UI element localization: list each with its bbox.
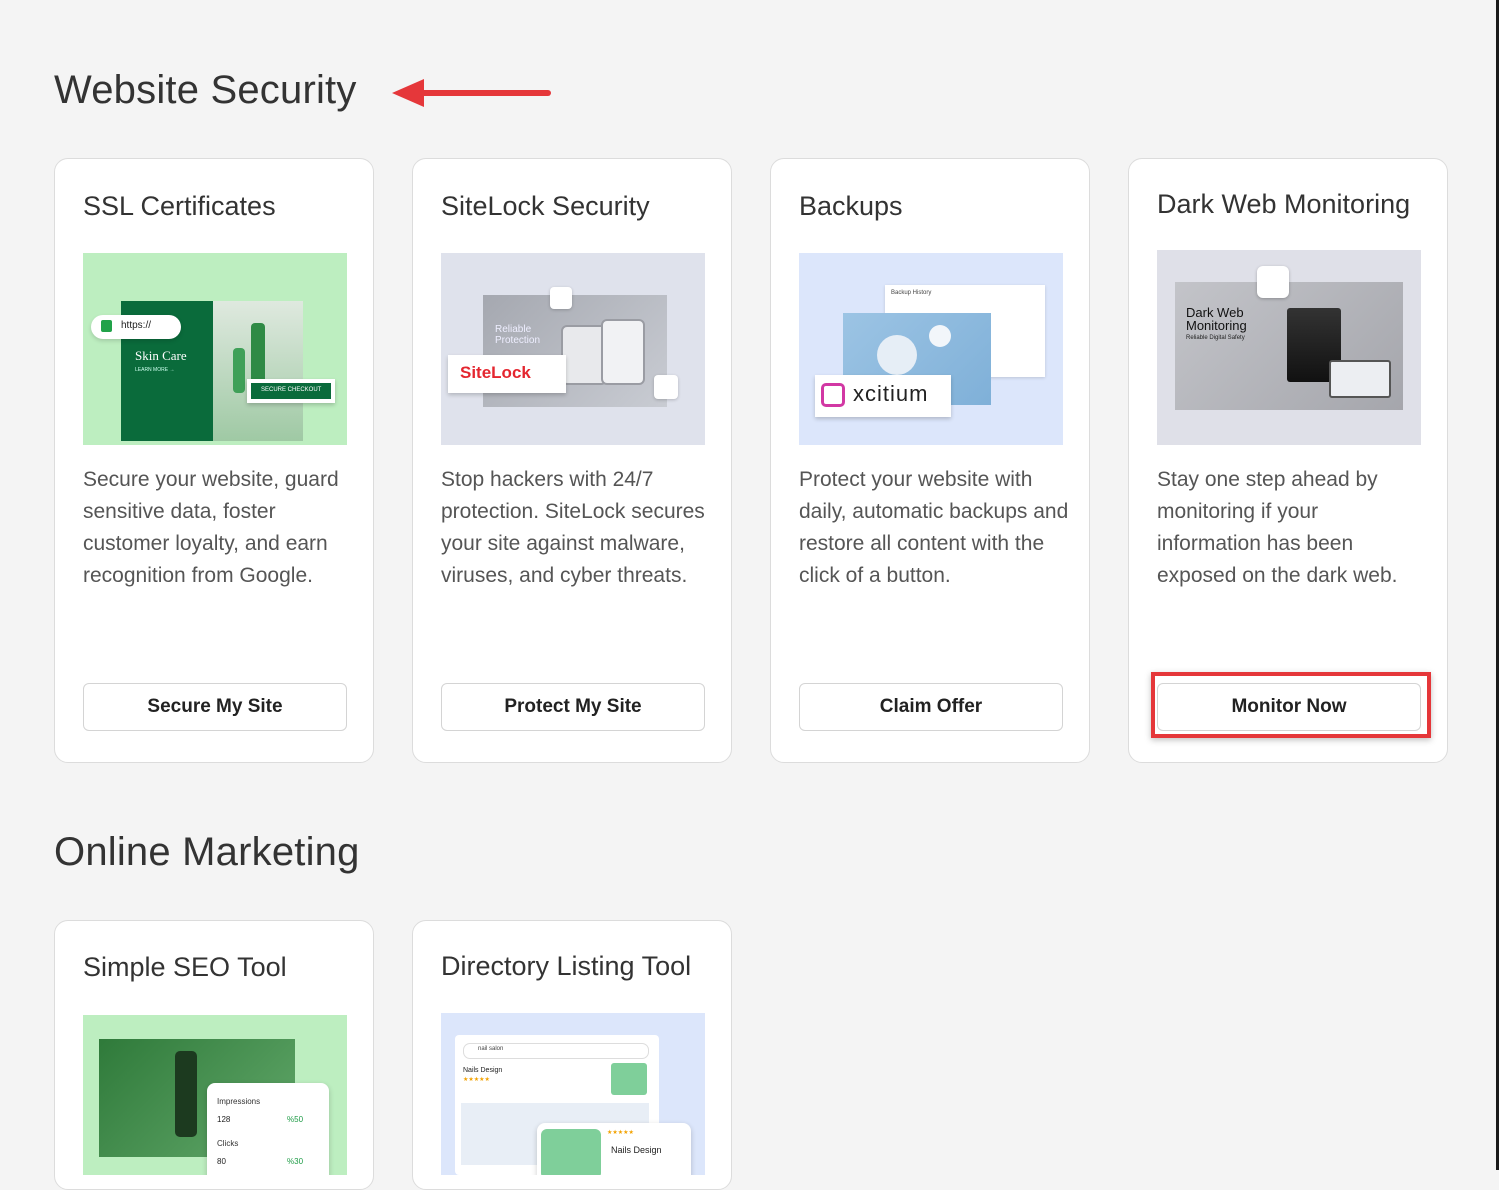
card-description: Stay one step ahead by monitoring if you… (1157, 468, 1398, 587)
search-bar: nail salon (463, 1043, 649, 1059)
protect-my-site-button[interactable]: Protect My Site (441, 683, 705, 731)
section-title-website-security: Website Security (54, 68, 357, 112)
claim-offer-button[interactable]: Claim Offer (799, 683, 1063, 731)
card-directory-listing-tool: Directory Listing Tool nail salon Nails … (412, 920, 732, 1190)
card-description: Stop hackers with 24/7 protection. SiteL… (441, 468, 705, 587)
directory-illustration: nail salon Nails Design ★★★★★ ★★★★★ Nail… (441, 1013, 705, 1175)
card-sitelock-security: SiteLock Security Reliable Protection Si… (412, 158, 732, 763)
sitelock-logo: SiteLock (448, 355, 566, 393)
seo-illustration: Impressions 128 %50 Clicks 80 %30 (83, 1015, 347, 1175)
section-title-online-marketing: Online Marketing (54, 830, 360, 874)
laptop-icon (1329, 360, 1391, 398)
bottle-icon (175, 1051, 197, 1137)
secure-my-site-button[interactable]: Secure My Site (83, 683, 347, 731)
lock-icon (101, 320, 112, 332)
annotation-arrow (392, 79, 551, 107)
sitelock-illustration: Reliable Protection SiteLock (441, 253, 705, 445)
card-title: Directory Listing Tool (441, 951, 692, 981)
card-title: Dark Web Monitoring (1157, 189, 1411, 219)
card-title: SSL Certificates (83, 191, 276, 221)
card-title: SiteLock Security (441, 191, 650, 221)
dark-web-illustration: Dark Web Monitoring Reliable Digital Saf… (1157, 250, 1421, 445)
card-ssl-certificates: SSL Certificates https:// Skin Care LEAR… (54, 158, 374, 763)
xcitium-logo: xcitium (815, 375, 951, 417)
suitcase-icon (601, 319, 645, 385)
annotation-highlight-box (1151, 672, 1431, 738)
card-description: Secure your website, guard sensitive dat… (83, 468, 339, 587)
page: Website Security SSL Certificates https:… (0, 0, 1499, 1190)
card-description: Protect your website with daily, automat… (799, 468, 1069, 587)
shield-icon (654, 375, 678, 399)
skin-care-label: Skin Care (135, 348, 187, 363)
copy-icon (550, 287, 572, 309)
card-simple-seo-tool: Simple SEO Tool Impressions 128 %50 Clic… (54, 920, 374, 1190)
card-backups: Backups Backup History xcitium Protect y… (770, 158, 1090, 763)
lock-icon (1257, 266, 1289, 298)
card-title: Backups (799, 191, 903, 221)
ssl-illustration: https:// Skin Care LEARN MORE → SECURE C… (83, 253, 347, 445)
card-title: Simple SEO Tool (83, 952, 287, 982)
url-pill: https:// (91, 315, 181, 339)
stats-panel: Impressions 128 %50 Clicks 80 %30 (207, 1083, 329, 1175)
backups-illustration: Backup History xcitium (799, 253, 1063, 445)
checkout-badge: SECURE CHECKOUT (247, 379, 335, 403)
